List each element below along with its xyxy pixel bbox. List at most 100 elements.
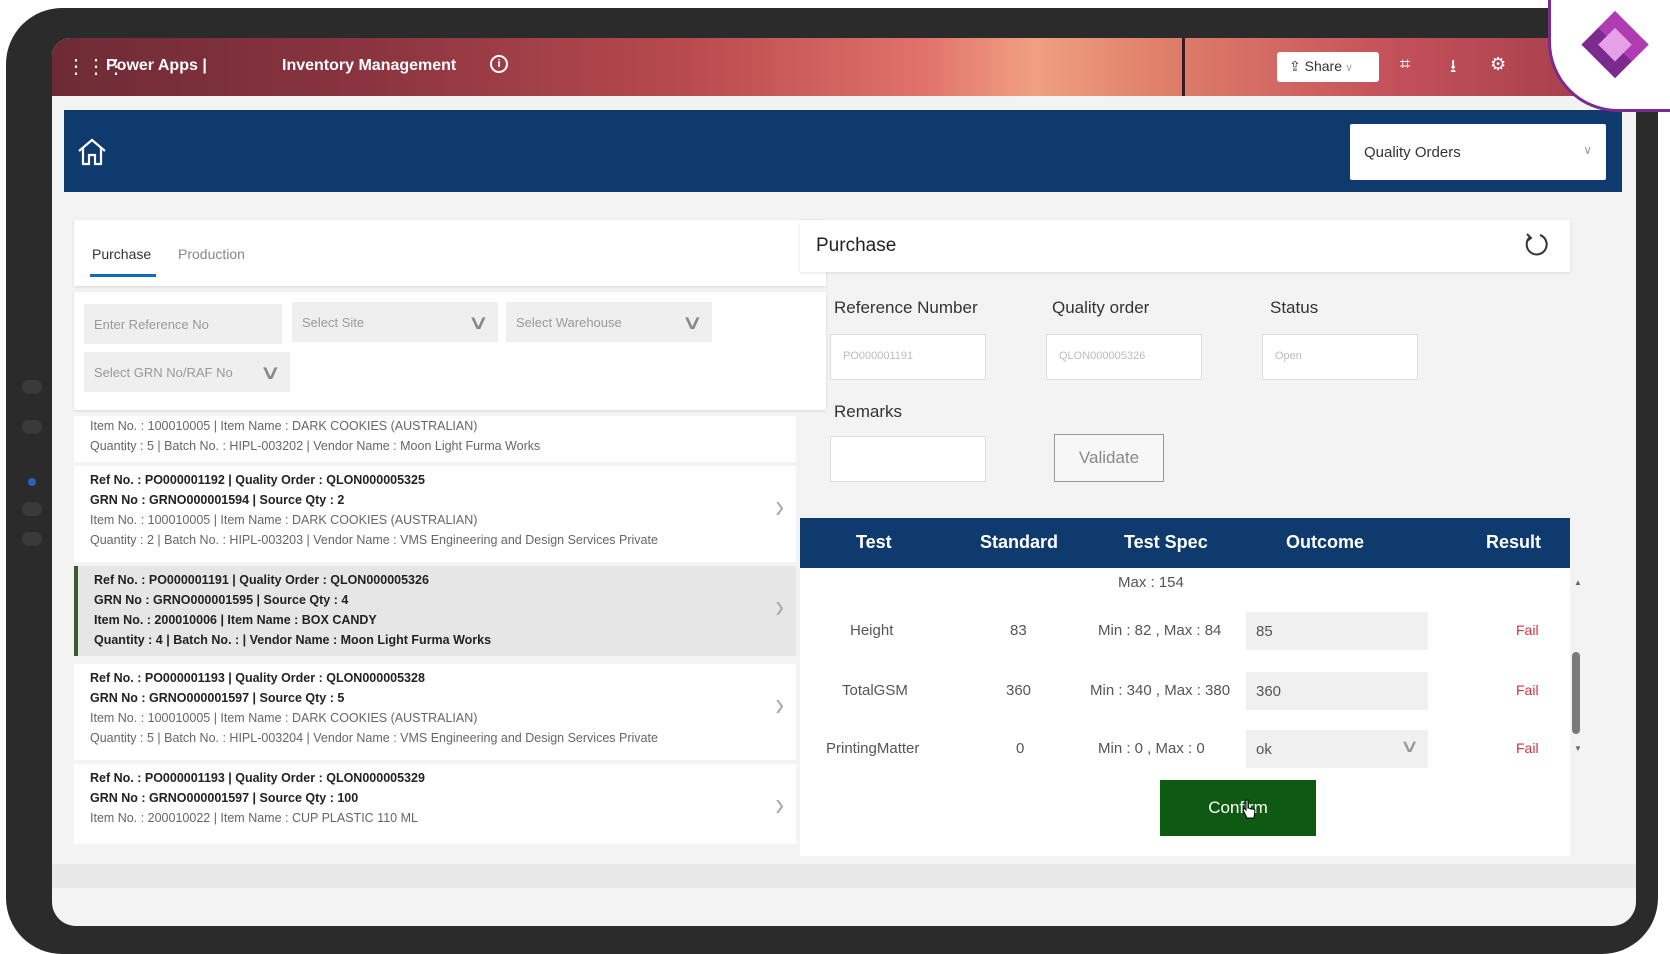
detail-title: Purchase bbox=[816, 235, 897, 256]
status-field[interactable]: Open bbox=[1262, 334, 1418, 380]
spec-cell: Max : 154 bbox=[1118, 574, 1184, 591]
side-button bbox=[22, 502, 42, 516]
item-line: Quantity : 4 | Batch No. : | Vendor Name… bbox=[94, 633, 492, 647]
chevron-down-icon: ∨ bbox=[467, 312, 490, 334]
site-placeholder: Select Site bbox=[302, 315, 365, 330]
result-cell: Fail bbox=[1516, 622, 1539, 638]
scroll-up-arrow[interactable]: ▲ bbox=[1574, 578, 1582, 587]
item-line: Item No. : 100010005 | Item Name : DARK … bbox=[90, 419, 478, 433]
power-apps-logo-icon bbox=[1581, 11, 1649, 79]
side-button bbox=[22, 532, 42, 546]
refresh-icon[interactable] bbox=[1522, 230, 1552, 260]
tab-production[interactable]: Production bbox=[178, 246, 245, 262]
app-header: Quality Orders ∨ bbox=[64, 110, 1622, 192]
info-icon[interactable]: i bbox=[490, 55, 508, 73]
table-scrollbar[interactable] bbox=[1572, 652, 1580, 734]
bottom-strip bbox=[52, 864, 1636, 888]
list-item[interactable]: Ref No. : PO000001192 | Quality Order : … bbox=[74, 466, 796, 562]
header-standard: Standard bbox=[980, 532, 1059, 552]
reference-placeholder: Enter Reference No bbox=[94, 317, 209, 332]
remarks-field[interactable] bbox=[830, 436, 986, 482]
warehouse-placeholder: Select Warehouse bbox=[516, 315, 622, 330]
side-indicator bbox=[28, 478, 36, 486]
item-line: GRN No : GRNO000001597 | Source Qty : 10… bbox=[90, 791, 359, 805]
fullscreen-icon[interactable]: ⌗ bbox=[1400, 54, 1410, 75]
item-line: GRN No : GRNO000001595 | Source Qty : 4 bbox=[94, 593, 349, 607]
result-cell: Fail bbox=[1516, 740, 1539, 756]
validate-button[interactable]: Validate bbox=[1054, 434, 1164, 482]
app-name: Inventory Management bbox=[282, 57, 457, 74]
table-row: PrintingMatter 0 Min : 0 , Max : 0 ok ∨ … bbox=[800, 718, 1560, 778]
quality-order-label: Quality order bbox=[1052, 298, 1150, 317]
module-dropdown[interactable]: Quality Orders ∨ bbox=[1350, 124, 1606, 180]
spec-cell: Min : 0 , Max : 0 bbox=[1098, 740, 1205, 757]
chevron-down-icon: ∨ bbox=[1583, 143, 1592, 157]
share-button[interactable]: ⇪ Share ∨ bbox=[1277, 52, 1379, 82]
reference-number-field[interactable]: PO000001191 bbox=[830, 334, 986, 380]
list-item[interactable]: Ref No. : PO000001193 | Quality Order : … bbox=[74, 764, 796, 844]
header-test: Test bbox=[856, 532, 892, 552]
item-line: Item No. : 200010006 | Item Name : BOX C… bbox=[94, 613, 377, 627]
chevron-right-icon: › bbox=[775, 684, 784, 724]
grn-placeholder: Select GRN No/RAF No bbox=[94, 365, 233, 380]
brand-label[interactable]: Power Apps | bbox=[106, 57, 207, 75]
standard-cell: 83 bbox=[1010, 622, 1027, 639]
grn-select[interactable]: Select GRN No/RAF No ∨ bbox=[84, 352, 290, 392]
outcome-value: 85 bbox=[1256, 623, 1273, 640]
test-table-header: Test Standard Test Spec Outcome Result bbox=[800, 518, 1570, 568]
detail-header-card: Purchase bbox=[800, 220, 1570, 272]
table-row: TotalGSM 360 Min : 340 , Max : 380 360 F… bbox=[800, 660, 1560, 720]
outcome-value: ok bbox=[1256, 741, 1272, 758]
test-cell: PrintingMatter bbox=[826, 740, 920, 757]
outcome-input[interactable]: 85 bbox=[1246, 612, 1428, 650]
test-cell: Height bbox=[850, 622, 894, 639]
outcome-value: 360 bbox=[1256, 683, 1282, 700]
outcome-select[interactable]: ok ∨ bbox=[1246, 730, 1428, 768]
test-table-body: Max : 154 Height 83 Min : 82 , Max : 84 … bbox=[800, 568, 1570, 802]
result-cell: Fail bbox=[1516, 682, 1539, 698]
settings-icon[interactable]: ⚙ bbox=[1490, 54, 1506, 75]
chevron-right-icon: › bbox=[775, 586, 784, 626]
site-select[interactable]: Select Site ∨ bbox=[292, 302, 498, 342]
scroll-down-arrow[interactable]: ▼ bbox=[1574, 744, 1582, 753]
download-icon[interactable]: ⭳ bbox=[1450, 54, 1456, 84]
chevron-down-icon: ∨ bbox=[1399, 736, 1420, 756]
standard-cell: 0 bbox=[1016, 740, 1025, 757]
quality-order-list: Item No. : 100010005 | Item Name : DARK … bbox=[74, 416, 826, 896]
quality-order-field[interactable]: QLON000005326 bbox=[1046, 334, 1202, 380]
header-test-spec: Test Spec bbox=[1124, 532, 1208, 552]
spec-cell: Min : 340 , Max : 380 bbox=[1090, 682, 1231, 699]
reference-number-value: PO000001191 bbox=[843, 350, 914, 362]
confirm-button[interactable]: Confirm bbox=[1160, 780, 1316, 836]
side-button bbox=[22, 420, 42, 434]
warehouse-select[interactable]: Select Warehouse ∨ bbox=[506, 302, 712, 342]
chevron-down-icon: ∨ bbox=[259, 362, 282, 384]
background-pole bbox=[1182, 38, 1185, 96]
chevron-down-icon: ∨ bbox=[681, 312, 704, 334]
active-tab-indicator bbox=[90, 274, 156, 277]
list-item-selected[interactable]: Ref No. : PO000001191 | Quality Order : … bbox=[74, 566, 796, 656]
share-label: Share bbox=[1304, 58, 1342, 74]
item-line: Quantity : 5 | Batch No. : HIPL-003202 |… bbox=[90, 439, 541, 453]
item-line: Ref No. : PO000001191 | Quality Order : … bbox=[94, 573, 429, 587]
item-line: Item No. : 100010005 | Item Name : DARK … bbox=[90, 513, 478, 527]
module-dropdown-value: Quality Orders bbox=[1364, 144, 1461, 161]
list-item[interactable]: Item No. : 100010005 | Item Name : DARK … bbox=[74, 416, 796, 462]
spec-cell: Min : 82 , Max : 84 bbox=[1098, 622, 1222, 639]
table-row: Height 83 Min : 82 , Max : 84 85 Fail bbox=[800, 600, 1560, 660]
item-line: GRN No : GRNO000001594 | Source Qty : 2 bbox=[90, 493, 345, 507]
item-line: Quantity : 2 | Batch No. : HIPL-003203 |… bbox=[90, 533, 658, 547]
reference-search-input[interactable]: Enter Reference No bbox=[84, 304, 282, 344]
reference-number-label: Reference Number bbox=[834, 298, 978, 317]
app-screen: ⋮⋮⋮ Power Apps | Inventory Management i … bbox=[52, 38, 1636, 926]
chevron-down-icon: ∨ bbox=[1341, 62, 1354, 74]
test-cell: TotalGSM bbox=[842, 682, 908, 699]
outcome-input[interactable]: 360 bbox=[1246, 672, 1428, 710]
standard-cell: 360 bbox=[1006, 682, 1032, 699]
list-item[interactable]: Ref No. : PO000001193 | Quality Order : … bbox=[74, 664, 796, 760]
home-icon[interactable] bbox=[76, 136, 108, 168]
tab-purchase[interactable]: Purchase bbox=[92, 246, 151, 262]
header-outcome: Outcome bbox=[1286, 532, 1365, 552]
item-line: Ref No. : PO000001193 | Quality Order : … bbox=[90, 671, 425, 685]
header-result: Result bbox=[1486, 532, 1542, 552]
